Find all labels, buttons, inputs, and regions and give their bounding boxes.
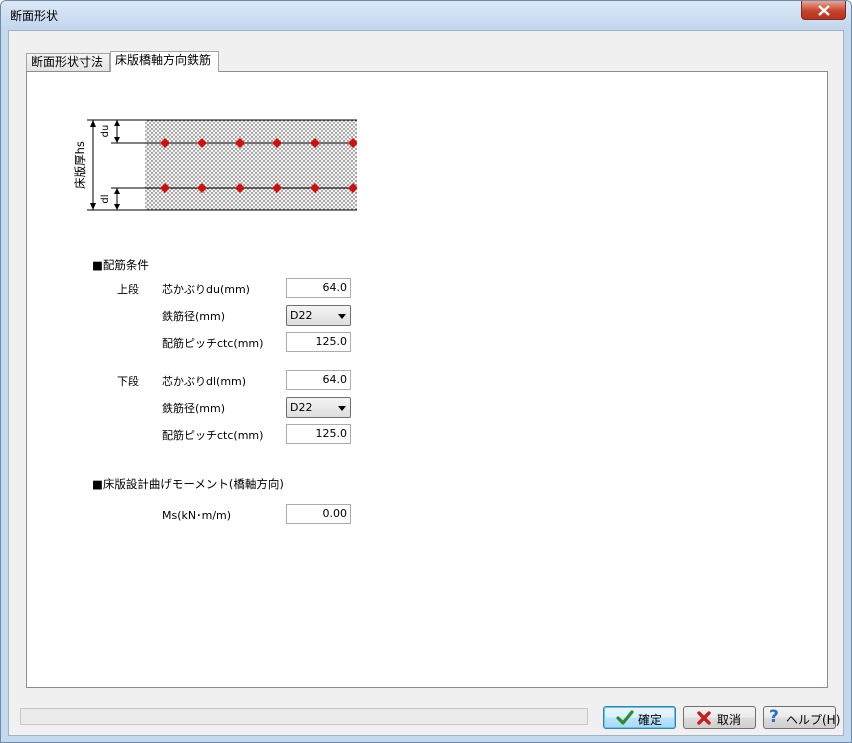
lower-cover-input[interactable]: 64.0: [286, 370, 351, 390]
upper-cover-input[interactable]: 64.0: [286, 278, 351, 298]
lower-diameter-label: 鉄筋径(mm): [162, 402, 226, 415]
bottom-cover-label: dl: [100, 194, 111, 203]
chevron-down-icon: [338, 406, 346, 411]
tab-section-dimensions[interactable]: 断面形状寸法: [26, 53, 110, 72]
chevron-down-icon: [338, 314, 346, 319]
dialog-window: 断面形状 断面形状寸法 床版橋軸方向鉄筋 床版厚hs du dl ■配筋条件 上…: [0, 0, 852, 743]
top-cover-label: du: [100, 125, 111, 138]
upper-pitch-input[interactable]: 125.0: [286, 332, 351, 352]
upper-layer-label: 上段: [117, 283, 139, 296]
slab-thickness-label: 床版厚hs: [73, 141, 87, 189]
lower-pitch-label: 配筋ピッチctc(mm): [162, 429, 264, 442]
title-bar[interactable]: 断面形状: [1, 1, 851, 29]
close-button[interactable]: [801, 1, 846, 20]
upper-diameter-select[interactable]: D22: [286, 305, 351, 326]
help-button[interactable]: ? ヘルプ(H): [763, 706, 840, 729]
upper-diameter-label: 鉄筋径(mm): [162, 310, 226, 323]
lower-diameter-value: D22: [290, 401, 313, 414]
dialog-client-area: 断面形状寸法 床版橋軸方向鉄筋 床版厚hs du dl ■配筋条件 上段 芯かぶ…: [8, 30, 844, 736]
question-mark-icon: ?: [769, 707, 779, 727]
upper-cover-label: 芯かぶりdu(mm): [162, 283, 250, 296]
checkmark-icon: [616, 710, 634, 725]
upper-pitch-label: 配筋ピッチctc(mm): [162, 337, 264, 350]
ms-input[interactable]: 0.00: [286, 504, 351, 524]
ok-button-label: 確定: [638, 713, 663, 727]
tab-panel: 床版厚hs du dl ■配筋条件 上段 芯かぶりdu(mm) 64.0 鉄筋径…: [26, 71, 828, 688]
cancel-button-label: 取消: [717, 713, 742, 727]
x-mark-icon: [697, 711, 711, 725]
slab-section-diagram: 床版厚hs du dl: [73, 119, 357, 211]
lower-pitch-input[interactable]: 125.0: [286, 424, 351, 444]
cancel-button[interactable]: 取消: [683, 706, 756, 729]
upper-diameter-value: D22: [290, 309, 313, 322]
close-icon: [818, 5, 830, 16]
window-title: 断面形状: [10, 9, 59, 23]
moment-section-title: ■床版設計曲げモーメント(橋軸方向): [92, 477, 284, 491]
lower-diameter-select[interactable]: D22: [286, 397, 351, 418]
ok-button[interactable]: 確定: [603, 706, 676, 729]
status-bar: [20, 708, 588, 725]
concrete-slab: [145, 120, 357, 210]
ms-label: Ms(kN･m/m): [162, 509, 232, 522]
help-button-label: ヘルプ(H): [786, 713, 841, 727]
lower-cover-label: 芯かぶりdl(mm): [162, 375, 247, 388]
lower-layer-label: 下段: [117, 375, 139, 388]
tab-longitudinal-rebar[interactable]: 床版橋軸方向鉄筋: [110, 51, 219, 72]
rebar-section-title: ■配筋条件: [92, 258, 149, 272]
